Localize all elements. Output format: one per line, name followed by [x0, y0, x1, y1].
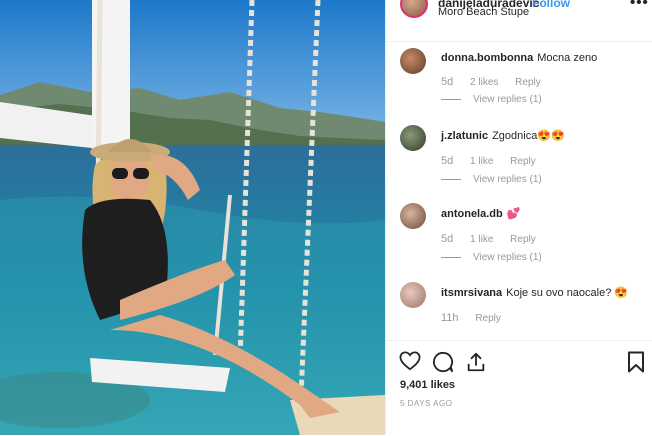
post-photo[interactable]	[0, 0, 385, 435]
comment-text: 💕	[506, 208, 521, 220]
post-actions: 9,401 likes 5 DAYS AGO	[386, 340, 652, 436]
view-replies-label: View replies (1)	[473, 174, 542, 185]
beach-swing-photo	[0, 0, 385, 435]
author-avatar[interactable]	[400, 0, 428, 18]
view-replies-label: View replies (1)	[473, 252, 542, 263]
comment-time[interactable]: 11h	[441, 312, 459, 324]
reply-button[interactable]: Reply	[510, 234, 536, 245]
comment-line: donna.bombonna Mocna zeno	[441, 52, 597, 64]
reply-button[interactable]: Reply	[515, 77, 541, 88]
view-replies-button[interactable]: View replies (1)	[441, 252, 542, 263]
comment-text: Koje su ovo naocale? 😍	[506, 287, 629, 299]
comments-panel: danijeladuradevic Follow Moro Beach Stup…	[385, 0, 652, 435]
view-replies-button[interactable]: View replies (1)	[441, 174, 542, 185]
post-timestamp[interactable]: 5 DAYS AGO	[400, 399, 452, 408]
commenter-avatar[interactable]	[400, 125, 426, 151]
comment-line: j.zlatunic Zgodnica😍😍	[441, 129, 565, 142]
comment-likes[interactable]: 2 likes	[470, 77, 498, 88]
comment-meta: 5d 1 like Reply	[441, 233, 550, 245]
post-header: danijeladuradevic Follow Moro Beach Stup…	[386, 0, 652, 42]
comment-username[interactable]: j.zlatunic	[441, 130, 488, 142]
likes-count[interactable]: 9,401 likes	[400, 379, 455, 391]
replies-divider	[441, 178, 461, 180]
comment-likes[interactable]: 1 like	[470, 234, 493, 245]
comment-time[interactable]: 5d	[441, 155, 453, 167]
comment-line: itsmrsivana Koje su ovo naocale? 😍	[441, 286, 628, 299]
comment-username[interactable]: donna.bombonna	[441, 52, 533, 64]
location-link[interactable]: Moro Beach Stupe	[438, 6, 529, 18]
replies-divider	[441, 256, 461, 258]
comment-meta: 11h Reply	[441, 312, 515, 324]
follow-button[interactable]: Follow	[532, 0, 570, 10]
comment-username[interactable]: antonela.db	[441, 208, 503, 220]
comment-text: Zgodnica😍😍	[492, 130, 565, 142]
comment-meta: 5d 2 likes Reply	[441, 76, 555, 88]
comment-line: antonela.db 💕	[441, 207, 520, 220]
view-replies-button[interactable]: View replies (1)	[441, 94, 542, 105]
comment-time[interactable]: 5d	[441, 233, 453, 245]
comment-text: Mocna zeno	[537, 52, 598, 64]
view-replies-label: View replies (1)	[473, 94, 542, 105]
commenter-avatar[interactable]	[400, 282, 426, 308]
comment-time[interactable]: 5d	[441, 76, 453, 88]
commenter-avatar[interactable]	[400, 203, 426, 229]
comment-likes[interactable]: 1 like	[470, 156, 493, 167]
share-icon[interactable]	[465, 351, 487, 373]
comment-username[interactable]: itsmrsivana	[441, 287, 502, 299]
heart-icon[interactable]	[399, 351, 421, 371]
reply-button[interactable]: Reply	[475, 313, 501, 324]
comment-icon[interactable]	[432, 351, 454, 373]
replies-divider	[441, 98, 461, 100]
reply-button[interactable]: Reply	[510, 156, 536, 167]
commenter-avatar[interactable]	[400, 48, 426, 74]
more-options-icon[interactable]: •••	[630, 0, 649, 11]
comment-meta: 5d 1 like Reply	[441, 155, 550, 167]
bookmark-icon[interactable]	[627, 351, 645, 373]
